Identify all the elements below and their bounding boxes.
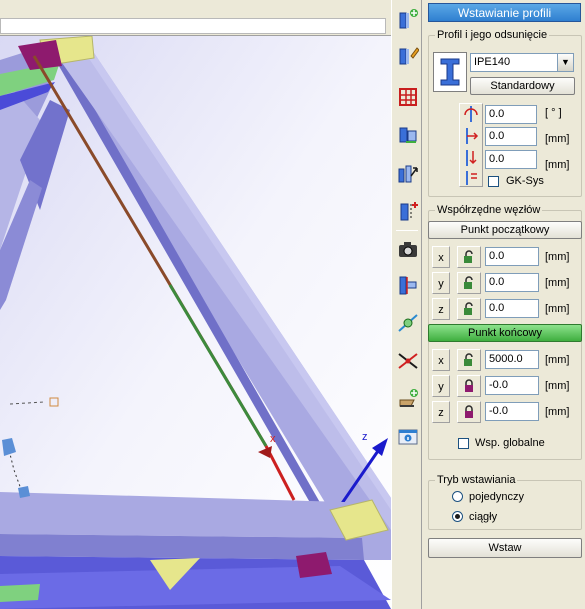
start-y-unit: [mm] (545, 277, 570, 289)
grid-node-lower (18, 486, 30, 498)
axis-z-label: z (362, 431, 368, 443)
end-x-lock[interactable] (457, 349, 481, 371)
profile-select-value: IPE140 (474, 56, 511, 68)
vertical-offset-icon (461, 149, 481, 170)
standard-button[interactable]: Standardowy (470, 77, 575, 95)
properties-panel: Wstawianie profili Profil i jego odsunię… (423, 0, 585, 609)
end-z-input[interactable]: -0.0 (485, 402, 539, 421)
insert-profile-icon[interactable] (395, 6, 421, 32)
rotation-unit: [ ° ] (545, 107, 562, 119)
split-profile-icon[interactable] (395, 198, 421, 224)
end-axis-x: x (432, 349, 450, 371)
start-y-input[interactable]: 0.0 (485, 273, 539, 292)
unlock-icon (464, 276, 473, 289)
rotation-offset-icon (461, 105, 481, 126)
gk-sys-icon (461, 170, 481, 189)
3d-scene[interactable]: x z (0, 0, 391, 609)
end-z-unit: [mm] (545, 406, 570, 418)
intersect-icon[interactable] (395, 348, 421, 374)
camera-icon[interactable] (395, 236, 421, 262)
marker-x-label: x (270, 433, 276, 445)
vertical-offset-unit: [mm] (545, 159, 570, 171)
end-x-unit: [mm] (545, 354, 570, 366)
global-coords-checkbox[interactable] (458, 438, 469, 449)
chevron-down-icon[interactable]: ▼ (557, 54, 573, 71)
info-icon[interactable] (395, 424, 421, 450)
horizontal-offset-input[interactable]: 0.0 (485, 127, 537, 146)
gk-sys-label: GK-Sys (506, 175, 544, 187)
mode-group: Tryb wstawiania (428, 474, 582, 530)
mode-continuous-label: ciągły (469, 511, 498, 523)
connect-profile-icon[interactable] (395, 122, 421, 148)
node-lower (296, 552, 332, 578)
profile-preview[interactable] (433, 52, 467, 92)
align-profile-icon[interactable] (395, 272, 421, 298)
start-z-lock[interactable] (457, 298, 481, 320)
3d-viewport[interactable]: x z (0, 0, 391, 609)
start-axis-y: y (432, 272, 450, 294)
mode-single-label: pojedynczy (469, 491, 525, 503)
lock-icon (465, 379, 473, 392)
vertical-offset-input[interactable]: 0.0 (485, 150, 537, 169)
start-x-unit: [mm] (545, 251, 570, 263)
viewport-top-bar (0, 0, 391, 36)
viewport-input-strip (0, 18, 386, 34)
horizontal-offset-unit: [mm] (545, 133, 570, 145)
start-x-input[interactable]: 0.0 (485, 247, 539, 266)
end-x-input[interactable]: 5000.0 (485, 350, 539, 369)
add-plate-icon[interactable] (395, 386, 421, 412)
edit-profile-icon[interactable] (395, 42, 421, 68)
unlock-icon (464, 302, 473, 315)
horizontal-offset-icon (461, 127, 481, 148)
start-x-lock[interactable] (457, 246, 481, 268)
start-point-button[interactable]: Punkt początkowy (428, 221, 582, 239)
end-y-lock[interactable] (457, 375, 481, 397)
end-y-input[interactable]: -0.0 (485, 376, 539, 395)
start-axis-z: z (432, 298, 450, 320)
end-z-lock[interactable] (457, 401, 481, 423)
insert-button[interactable]: Wstaw (428, 538, 582, 558)
i-beam-icon (440, 58, 460, 86)
end-y-unit: [mm] (545, 380, 570, 392)
node-icon[interactable] (395, 310, 421, 336)
mode-continuous-radio[interactable] (452, 511, 463, 522)
vertical-toolbar (391, 0, 422, 609)
profile-group-label: Profil i jego odsunięcie (435, 29, 550, 41)
unlock-icon (464, 250, 473, 263)
start-z-input[interactable]: 0.0 (485, 299, 539, 318)
toolbar-separator (396, 230, 418, 231)
start-y-lock[interactable] (457, 272, 481, 294)
panel-title: Wstawianie profili (428, 3, 581, 22)
end-axis-z: z (432, 401, 450, 423)
global-coords-label: Wsp. globalne (475, 437, 545, 449)
end-axis-y: y (432, 375, 450, 397)
mode-group-label: Tryb wstawiania (435, 474, 518, 486)
gk-sys-checkbox[interactable] (488, 176, 499, 187)
rotation-input[interactable]: 0.0 (485, 105, 537, 124)
start-z-unit: [mm] (545, 303, 570, 315)
plate-green-lower (0, 584, 40, 602)
extend-profile-icon[interactable] (395, 160, 421, 186)
mode-single-radio[interactable] (452, 491, 463, 502)
profile-select[interactable]: IPE140 ▼ (470, 53, 574, 72)
unlock-icon (464, 353, 473, 366)
start-axis-x: x (432, 246, 450, 268)
end-point-button[interactable]: Punkt końcowy (428, 324, 582, 342)
lock-icon (465, 405, 473, 418)
coords-group-label: Współrzędne węzłów (435, 204, 543, 216)
grid-icon[interactable] (395, 84, 421, 110)
